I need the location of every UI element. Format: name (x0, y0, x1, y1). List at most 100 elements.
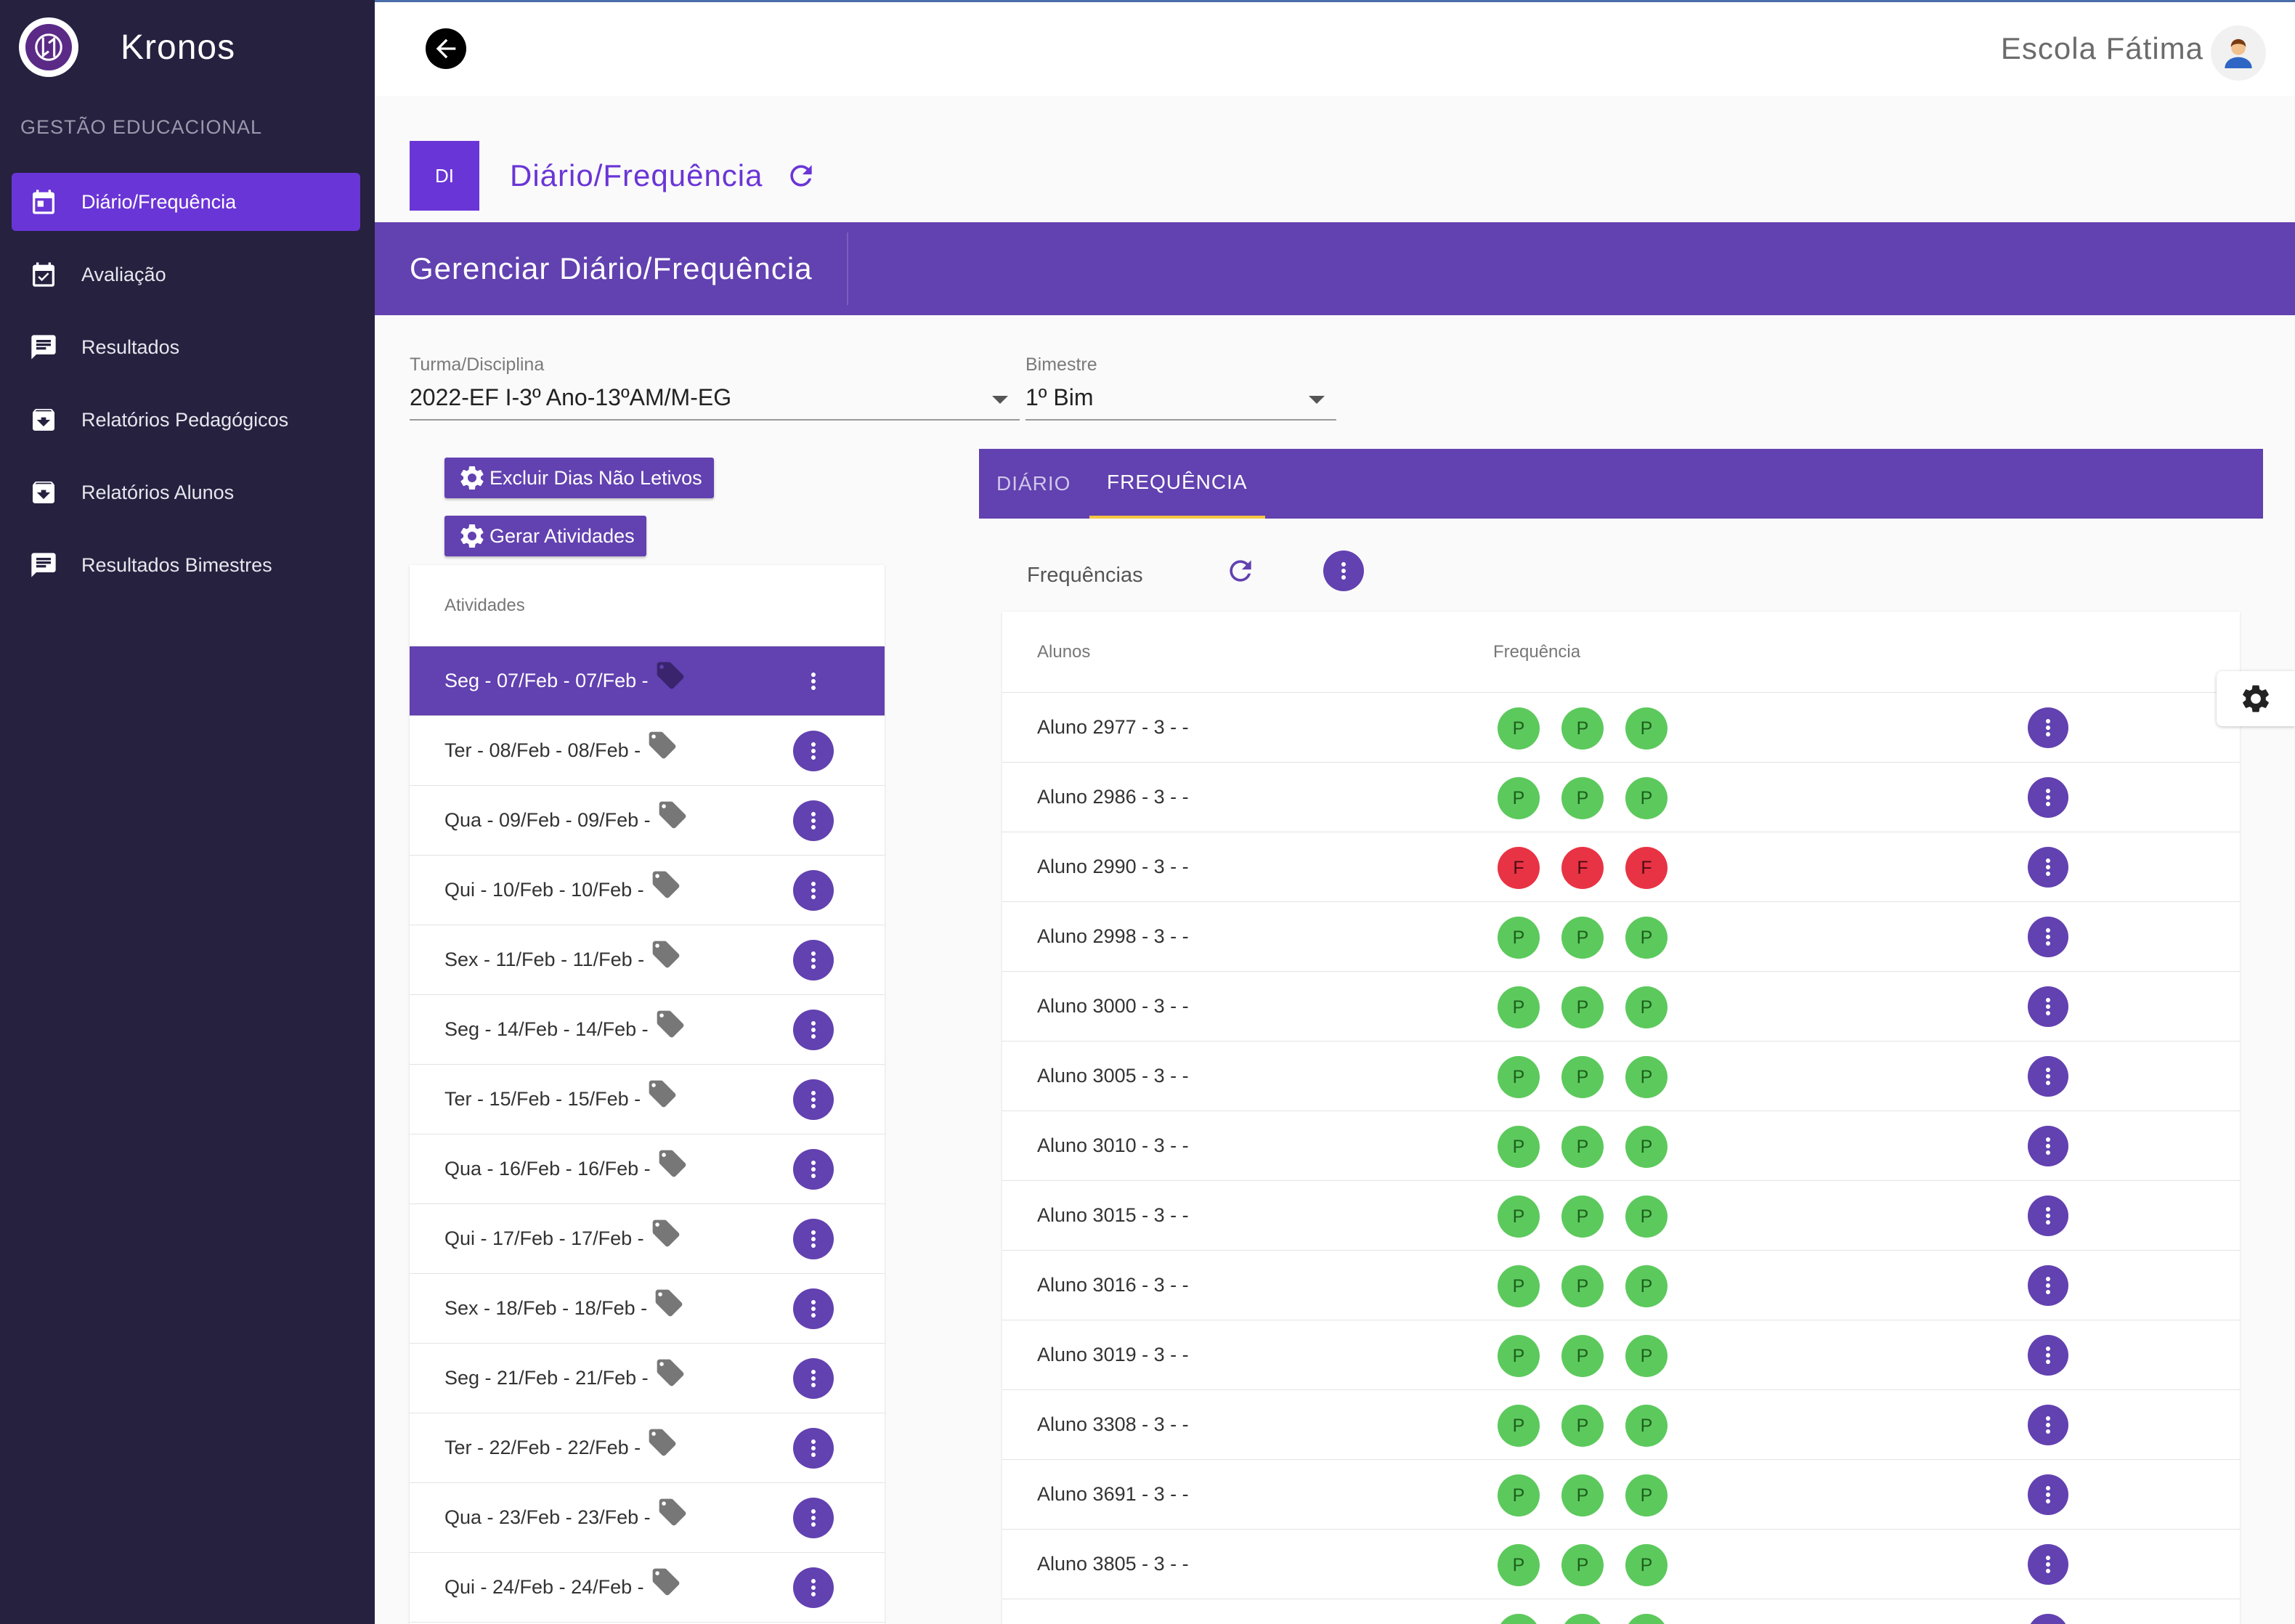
student-more-button[interactable] (2028, 1614, 2068, 1624)
activity-more-button[interactable] (793, 1009, 834, 1050)
activity-row[interactable]: Qui - 24/Feb - 24/Feb - (410, 1553, 885, 1623)
turma-select[interactable]: Turma/Disciplina 2022-EF I-3º Ano-13ºAM/… (410, 354, 1020, 421)
attendance-mark[interactable]: P (1625, 986, 1668, 1028)
settings-button[interactable] (2217, 671, 2295, 726)
gerar-atividades-button[interactable]: Gerar Atividades (444, 516, 646, 556)
frequencias-more-button[interactable] (1323, 551, 1364, 591)
attendance-mark[interactable]: P (1498, 917, 1540, 959)
attendance-mark[interactable]: P (1498, 1474, 1540, 1517)
activity-more-button[interactable] (793, 1567, 834, 1608)
attendance-mark[interactable]: P (1561, 1335, 1604, 1377)
sidebar-item-resultados-bimestres[interactable]: Resultados Bimestres (12, 536, 360, 594)
attendance-mark[interactable]: P (1561, 917, 1604, 959)
activity-more-button[interactable] (793, 1148, 834, 1190)
attendance-mark[interactable]: P (1498, 1195, 1540, 1238)
student-more-button[interactable] (2028, 1126, 2068, 1166)
bimestre-select[interactable]: Bimestre 1º Bim (1025, 354, 1336, 421)
student-more-button[interactable] (2028, 917, 2068, 957)
attendance-mark[interactable]: P (1561, 707, 1604, 750)
bimestre-value[interactable]: 1º Bim (1025, 384, 1336, 421)
student-more-button[interactable] (2028, 1056, 2068, 1097)
student-more-button[interactable] (2028, 986, 2068, 1027)
brand[interactable]: Kronos (19, 17, 235, 77)
attendance-mark[interactable]: F (1625, 847, 1668, 889)
activity-more-button[interactable] (793, 800, 834, 841)
activity-more-button[interactable] (793, 1288, 834, 1329)
student-more-button[interactable] (2028, 1474, 2068, 1515)
attendance-mark[interactable]: P (1498, 1544, 1540, 1586)
activity-row[interactable]: Seg - 14/Feb - 14/Feb - (410, 995, 885, 1065)
sidebar-item-relatorios-alunos[interactable]: Relatórios Alunos (12, 463, 360, 521)
attendance-mark[interactable]: P (1625, 1126, 1668, 1168)
activity-more-button[interactable] (793, 869, 834, 911)
attendance-mark[interactable]: P (1561, 1405, 1604, 1447)
attendance-mark[interactable]: P (1625, 1405, 1668, 1447)
tab-frequencia[interactable]: FREQUÊNCIA (1089, 449, 1265, 519)
attendance-mark[interactable]: P (1561, 1126, 1604, 1168)
student-more-button[interactable] (2028, 707, 2068, 748)
activity-row[interactable]: Sex - 11/Feb - 11/Feb - (410, 925, 885, 995)
attendance-mark[interactable]: P (1561, 1544, 1604, 1586)
attendance-mark[interactable]: P (1625, 1335, 1668, 1377)
activity-more-button[interactable] (793, 1497, 834, 1538)
activity-more-button[interactable] (793, 1427, 834, 1469)
student-more-button[interactable] (2028, 1335, 2068, 1376)
activity-row[interactable]: Sex - 18/Feb - 18/Feb - (410, 1274, 885, 1344)
chevron-down-icon[interactable] (992, 396, 1008, 404)
sidebar-item-diario-frequencia[interactable]: Diário/Frequência (12, 173, 360, 231)
turma-value[interactable]: 2022-EF I-3º Ano-13ºAM/M-EG (410, 384, 1020, 421)
activity-more-button[interactable] (793, 939, 834, 981)
attendance-mark[interactable]: P (1498, 1405, 1540, 1447)
attendance-mark[interactable]: P (1561, 986, 1604, 1028)
activity-row[interactable]: Qui - 10/Feb - 10/Feb - (410, 856, 885, 925)
attendance-mark[interactable]: P (1625, 917, 1668, 959)
activity-row[interactable]: Ter - 08/Feb - 08/Feb - (410, 716, 885, 786)
attendance-mark[interactable]: P (1498, 986, 1540, 1028)
activity-more-button[interactable] (793, 661, 834, 702)
attendance-mark[interactable]: P (1625, 707, 1668, 750)
activity-row[interactable]: Qua - 09/Feb - 09/Feb - (410, 786, 885, 856)
attendance-mark[interactable]: P (1498, 777, 1540, 819)
student-more-button[interactable] (2028, 1195, 2068, 1236)
chevron-down-icon[interactable] (1309, 396, 1325, 404)
activity-row[interactable]: Ter - 22/Feb - 22/Feb - (410, 1413, 885, 1483)
activity-more-button[interactable] (793, 1079, 834, 1120)
activity-row[interactable]: Ter - 15/Feb - 15/Feb - (410, 1065, 885, 1134)
attendance-mark[interactable]: F (1561, 847, 1604, 889)
refresh-icon[interactable] (785, 160, 817, 192)
attendance-mark[interactable]: P (1498, 707, 1540, 750)
student-more-button[interactable] (2028, 1544, 2068, 1585)
excluir-dias-button[interactable]: Excluir Dias Não Letivos (444, 458, 714, 498)
attendance-mark[interactable]: P (1625, 1614, 1668, 1624)
activity-row[interactable]: Seg - 21/Feb - 21/Feb - (410, 1344, 885, 1413)
back-button[interactable] (426, 28, 466, 69)
refresh-icon[interactable] (1224, 555, 1256, 587)
attendance-mark[interactable]: P (1498, 1126, 1540, 1168)
attendance-mark[interactable]: P (1498, 1265, 1540, 1307)
attendance-mark[interactable]: P (1625, 1474, 1668, 1517)
student-more-button[interactable] (2028, 847, 2068, 888)
activity-more-button[interactable] (793, 1357, 834, 1399)
attendance-mark[interactable]: P (1625, 1544, 1668, 1586)
activity-more-button[interactable] (793, 730, 834, 771)
attendance-mark[interactable]: P (1561, 1474, 1604, 1517)
attendance-mark[interactable]: P (1498, 1614, 1540, 1624)
attendance-mark[interactable]: F (1498, 847, 1540, 889)
student-more-button[interactable] (2028, 1405, 2068, 1445)
activity-row[interactable]: Seg - 07/Feb - 07/Feb - (410, 646, 885, 716)
attendance-mark[interactable]: P (1625, 1056, 1668, 1098)
activity-row[interactable]: Qui - 17/Feb - 17/Feb - (410, 1204, 885, 1274)
attendance-mark[interactable]: P (1625, 1265, 1668, 1307)
sidebar-item-resultados[interactable]: Resultados (12, 318, 360, 376)
attendance-mark[interactable]: P (1561, 1195, 1604, 1238)
activity-row[interactable]: Qua - 23/Feb - 23/Feb - (410, 1483, 885, 1553)
student-more-button[interactable] (2028, 1265, 2068, 1306)
attendance-mark[interactable]: P (1498, 1335, 1540, 1377)
attendance-mark[interactable]: P (1625, 777, 1668, 819)
student-more-button[interactable] (2028, 777, 2068, 818)
tab-diario[interactable]: DIÁRIO (996, 449, 1071, 519)
activity-row[interactable]: Qua - 16/Feb - 16/Feb - (410, 1134, 885, 1204)
sidebar-item-relatorios-pedagogicos[interactable]: Relatórios Pedagógicos (12, 391, 360, 449)
attendance-mark[interactable]: P (1561, 1265, 1604, 1307)
attendance-mark[interactable]: P (1498, 1056, 1540, 1098)
